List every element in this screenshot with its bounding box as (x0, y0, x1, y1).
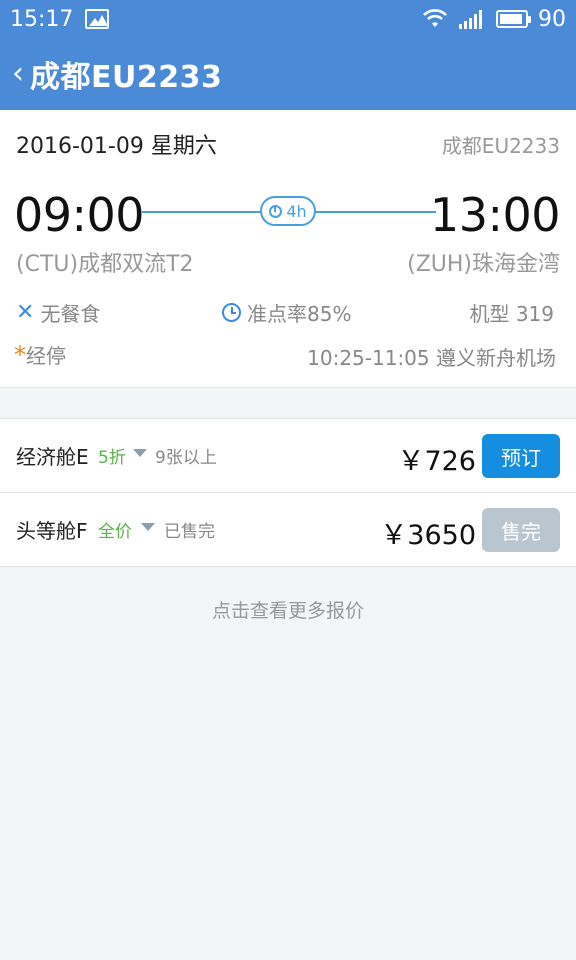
cabin-name: 经济舱E (16, 445, 89, 469)
battery-level: 90 (538, 6, 566, 32)
stopover-info: 10:25-11:05 遵义新舟机场 (307, 346, 556, 370)
dropdown-triangle-icon[interactable] (141, 523, 155, 531)
meal-text: 无餐食 (40, 302, 101, 326)
duration-text: 4h (286, 201, 307, 221)
departure-airport: (CTU)成都双流T2 (16, 252, 194, 277)
cabin-row-economy: 经济舱E 5折 9张以上 ￥726 预订 (0, 419, 576, 493)
image-notification-icon (85, 9, 110, 29)
arrival-time: 13:00 (429, 188, 561, 242)
stopover-label: *经停 (14, 340, 66, 369)
cabin-name: 头等舱F (16, 519, 88, 543)
stopover-label-text: 经停 (26, 344, 66, 368)
wifi-icon (423, 9, 447, 27)
signal-icon (459, 10, 482, 29)
cabin-seats: 9张以上 (155, 448, 217, 468)
flight-date: 2016-01-09 星期六 (16, 134, 217, 159)
page-title: 成都EU2233 (30, 60, 223, 95)
asterisk-icon: * (14, 341, 26, 369)
cabin-discount: 5折 (98, 448, 126, 468)
battery-icon (496, 10, 531, 28)
stopwatch-icon (269, 204, 283, 218)
status-bar: 15:17 90 (0, 0, 576, 38)
more-prices-link[interactable]: 点击查看更多报价 (0, 596, 576, 623)
punctuality-text: 准点率85% (247, 302, 352, 326)
departure-time: 09:00 (14, 188, 145, 242)
flight-number: 成都EU2233 (441, 134, 560, 158)
aircraft-type: 机型 319 (469, 302, 554, 326)
flight-details-row: ✕ 无餐食 准点率85% 机型 319 (16, 298, 554, 328)
dropdown-triangle-icon[interactable] (133, 449, 147, 457)
app-header: ‹ 成都EU2233 (0, 38, 576, 110)
flight-info-card: 2016-01-09 星期六 成都EU2233 09:00 4h 13:00 (… (0, 110, 576, 388)
cabin-price: ￥726 (397, 446, 476, 477)
clock-icon (222, 303, 241, 322)
cabin-price: ￥3650 (380, 520, 476, 551)
arrival-airport: (ZUH)珠海金湾 (407, 252, 560, 277)
book-button[interactable]: 预订 (482, 434, 560, 478)
sold-out-button: 售完 (482, 508, 560, 552)
cabin-list: 经济舱E 5折 9张以上 ￥726 预订 头等舱F 全价 已售完 ￥3650 售… (0, 418, 576, 567)
duration-badge: 4h (260, 196, 316, 226)
status-right: 90 (422, 7, 566, 32)
cabin-discount: 全价 (98, 522, 132, 542)
stopover-row: *经停 10:25-11:05 遵义新舟机场 (14, 340, 556, 370)
back-chevron-icon[interactable]: ‹ (12, 59, 24, 89)
cabin-seats: 已售完 (164, 522, 215, 542)
no-meal-icon: ✕ (16, 300, 35, 325)
punctuality-info: 准点率85% (222, 298, 351, 327)
meal-info: ✕ 无餐食 (16, 298, 100, 327)
cabin-row-first: 头等舱F 全价 已售完 ￥3650 售完 (0, 493, 576, 567)
status-time: 15:17 (10, 6, 74, 32)
